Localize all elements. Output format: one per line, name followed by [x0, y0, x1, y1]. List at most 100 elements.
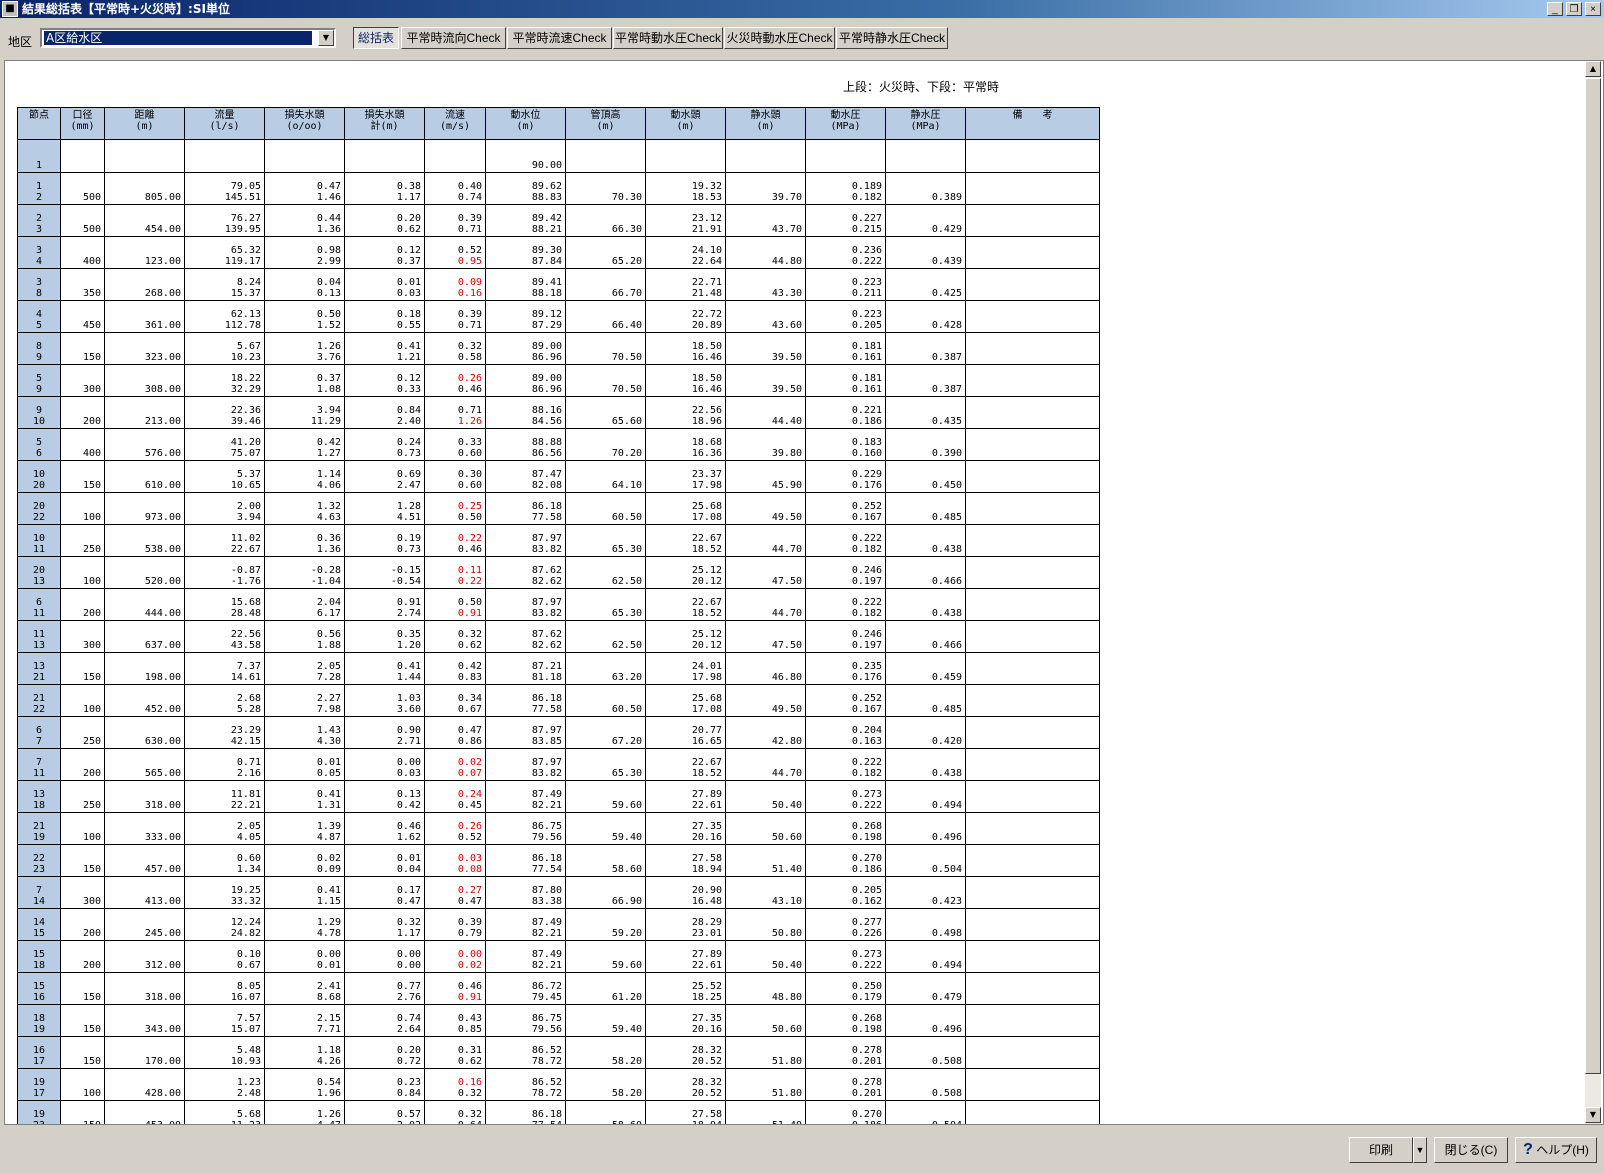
- headloss-cell-line: 0.41: [316, 885, 341, 896]
- pipe-top-cell: 59.60: [565, 940, 646, 973]
- distance-cell: 576.00: [104, 428, 185, 461]
- table-row[interactable]: 15 18 200 312.00 0.10 0.67 0.00 0.01 0.00 0.00 0.0…: [17, 940, 1100, 973]
- dynamic-pressure-cell: 0.223 0.205: [805, 300, 886, 333]
- water-level-cell-line: 82.21: [531, 960, 562, 971]
- restore-button[interactable]: ❐: [1566, 2, 1582, 16]
- dynamic-pressure-cell-line: 0.183: [851, 437, 882, 448]
- print-menu-button[interactable]: ▼: [1413, 1137, 1427, 1163]
- water-level-cell-line: 87.97: [531, 725, 562, 736]
- headloss-cell: 2.05 7.28: [264, 652, 345, 685]
- table-row[interactable]: 9 10 200 213.00 22.36 39.46 3.94 11.29 0.84 2.40 0…: [17, 396, 1100, 429]
- headloss-cell: 1.18 4.26: [264, 1036, 345, 1069]
- dynamic-head-cell-line: 22.64: [691, 256, 722, 267]
- area-select[interactable]: A区給水区 ▼: [40, 28, 336, 48]
- table-row[interactable]: 13 21 150 198.00 7.37 14.61 2.05 7.28 0.41 1.44 0.…: [17, 652, 1100, 685]
- print-button[interactable]: 印刷: [1349, 1137, 1413, 1163]
- dynamic-pressure-cell-line: 0.186: [851, 864, 882, 875]
- dynamic-pressure-cell-line: 0.182: [851, 768, 882, 779]
- table-row[interactable]: 21 22 100 452.00 2.68 5.28 2.27 7.98 1.03 3.60 0.3…: [17, 684, 1100, 717]
- dynamic-pressure-cell-line: 0.277: [851, 917, 882, 928]
- result-panel[interactable]: 上段：火災時、下段：平常時 節点 口径 (mm) 距離 (m) 流量 (l/s) 損失水頭 (o…: [4, 60, 1604, 1125]
- remarks-cell: [965, 812, 1100, 845]
- table-row[interactable]: 13 18 250 318.00 11.81 22.21 0.41 1.31 0.13 0.42 0…: [17, 780, 1100, 813]
- node-cell-line: 11: [32, 544, 46, 555]
- water-level-cell-line: 87.49: [531, 917, 562, 928]
- table-row[interactable]: 3 8 350 268.00 8.24 15.37 0.04 0.13 0.01 0.03 0.09…: [17, 268, 1100, 301]
- table-row[interactable]: 10 20 150 610.00 5.37 10.65 1.14 4.06 0.69 2.47 0.…: [17, 460, 1100, 493]
- scroll-down-icon[interactable]: ▼: [1585, 1107, 1601, 1123]
- table-row[interactable]: 4 5 450 361.00 62.13 112.78 0.50 1.52 0.18 0.55 0.…: [17, 300, 1100, 333]
- table-row[interactable]: 10 11 250 538.00 11.02 22.67 0.36 1.36 0.19 0.73 0…: [17, 524, 1100, 557]
- flow-cell-line: 22.21: [230, 800, 261, 811]
- table-row[interactable]: 7 11 200 565.00 0.71 2.16 0.01 0.05 0.00 0.03 0.02…: [17, 748, 1100, 781]
- remarks-cell: [965, 684, 1100, 717]
- vertical-scrollbar[interactable]: ▲ ▼: [1585, 61, 1601, 1124]
- water-level-cell: 89.12 87.29: [485, 300, 566, 333]
- table-row[interactable]: 20 22 100 973.00 2.00 3.94 1.32 4.63 1.28 4.51 0.2…: [17, 492, 1100, 525]
- pipe-top-cell: 70.20: [565, 428, 646, 461]
- node-cell-line: 21: [32, 821, 46, 832]
- flow-cell: 5.67 10.23: [184, 332, 265, 365]
- dynamic-pressure-cell: 0.278 0.201: [805, 1068, 886, 1101]
- table-row[interactable]: 21 19 100 333.00 2.05 4.05 1.39 4.87 0.46 1.62 0.2…: [17, 812, 1100, 845]
- flow-cell-line: 0.71: [236, 757, 261, 768]
- tab-normal-velocity-check[interactable]: 平常時流速Check: [507, 27, 612, 49]
- tab-normal-static-pressure-check[interactable]: 平常時静水圧Check: [836, 27, 948, 49]
- scroll-up-icon[interactable]: ▲: [1585, 61, 1601, 77]
- velocity-cell-line: 0.91: [457, 992, 482, 1003]
- table-row[interactable]: 6 11 200 444.00 15.68 28.48 2.04 6.17 0.91 2.74 0.…: [17, 588, 1100, 621]
- dynamic-head-cell-line: 18.94: [647, 1120, 722, 1124]
- flow-cell-line: 28.48: [230, 608, 261, 619]
- node-cell: 7 11: [17, 748, 61, 781]
- dynamic-head-cell: 25.12 20.12: [645, 620, 726, 653]
- close-window-button[interactable]: ×: [1585, 2, 1601, 16]
- headloss-cell-line: 1.36: [316, 224, 341, 235]
- distance-cell: 413.00: [104, 876, 185, 909]
- table-row[interactable]: 16 17 150 170.00 5.48 10.93 1.18 4.26 0.20 0.72 0.…: [17, 1036, 1100, 1069]
- table-row[interactable]: 22 23 150 457.00 0.60 1.34 0.02 0.09 0.01 0.04 0.0…: [17, 844, 1100, 877]
- table-row[interactable]: 20 13 100 520.00 -0.87 -1.76 -0.28 -1.04 -0.15 -0…: [17, 556, 1100, 589]
- table-row[interactable]: 8 9 150 323.00 5.67 10.23 1.26 3.76 0.41 1.21 0.32…: [17, 332, 1100, 365]
- table-row[interactable]: 6 7 250 630.00 23.29 42.15 1.43 4.30 0.90 2.71 0.4…: [17, 716, 1100, 749]
- velocity-cell-line: 0.08: [457, 864, 482, 875]
- chevron-down-icon[interactable]: ▼: [318, 30, 334, 46]
- water-level-cell: 86.52 78.72: [485, 1036, 566, 1069]
- scroll-thumb[interactable]: [1585, 78, 1601, 1074]
- water-level-cell-line: 78.72: [531, 1088, 562, 1099]
- table-row[interactable]: 18 19 150 343.00 7.57 15.07 2.15 7.71 0.74 2.64 0.…: [17, 1004, 1100, 1037]
- minimize-button[interactable]: _: [1547, 2, 1563, 16]
- water-level-cell-line: 88.83: [531, 192, 562, 203]
- headloss-cell-line: 3.76: [316, 352, 341, 363]
- table-row[interactable]: 3 4 400 123.00 65.32 119.17 0.98 2.99 0.12 0.37 0.…: [17, 236, 1100, 269]
- dynamic-pressure-cell: 0.221 0.186: [805, 396, 886, 429]
- flow-cell-line: 145.51: [224, 192, 261, 203]
- table-row[interactable]: 14 15 200 245.00 12.24 24.82 1.29 4.78 0.32 1.17 0…: [17, 908, 1100, 941]
- table-row[interactable]: 15 16 150 318.00 8.05 16.07 2.41 8.68 0.77 2.76 0.…: [17, 972, 1100, 1005]
- table-row[interactable]: 5 9 300 308.00 18.22 32.29 0.37 1.08 0.12 0.33 0.2…: [17, 364, 1100, 397]
- static-pressure-cell: 0.390: [885, 428, 966, 461]
- flow-cell: 2.00 3.94: [184, 492, 265, 525]
- table-row[interactable]: 7 14 300 413.00 19.25 33.32 0.41 1.15 0.17 0.47 0.…: [17, 876, 1100, 909]
- tab-fire-dynamic-pressure-check[interactable]: 火災時動水圧Check: [724, 27, 835, 49]
- headloss-total-cell-line: 0.46: [396, 821, 421, 832]
- table-row[interactable]: 1923150453.005.6811.231.264.470.572.020.…: [17, 1100, 1100, 1124]
- table-row[interactable]: 2 3 500 454.00 76.27 139.95 0.44 1.36 0.20 0.62 0.…: [17, 204, 1100, 237]
- close-button[interactable]: 閉じる(C): [1434, 1137, 1508, 1163]
- headloss-cell-line: 1.32: [316, 501, 341, 512]
- table-row[interactable]: 11 13 300 637.00 22.56 43.58 0.56 1.88 0.35 1.20 0…: [17, 620, 1100, 653]
- column-header: 動水圧 (MPa): [805, 107, 886, 140]
- column-header: 損失水頭 (o/oo): [264, 107, 345, 140]
- table-row[interactable]: 5 6 400 576.00 41.20 75.07 0.42 1.27 0.24 0.73 0.3…: [17, 428, 1100, 461]
- velocity-cell: 0.11 0.22: [424, 556, 486, 589]
- static-pressure-cell: 0.387: [885, 332, 966, 365]
- table-row[interactable]: 1 90.00: [17, 139, 1100, 173]
- dynamic-head-cell-line: 27.58: [691, 853, 722, 864]
- dynamic-pressure-cell-line: 0.229: [851, 469, 882, 480]
- help-button[interactable]: ? ヘルプ(H): [1515, 1137, 1597, 1163]
- tab-normal-dynamic-pressure-check[interactable]: 平常時動水圧Check: [613, 27, 723, 49]
- table-row[interactable]: 1 2 500 805.00 79.05 145.51 0.47 1.46 0.38 1.17 0.…: [17, 172, 1100, 205]
- static-head-cell: 50.40: [725, 780, 806, 813]
- table-row[interactable]: 19 17 100 428.00 1.23 2.48 0.54 1.96 0.23 0.84 0.1…: [17, 1068, 1100, 1101]
- tab-normal-flow-direction-check[interactable]: 平常時流向Check: [401, 27, 506, 49]
- tab-summary[interactable]: 総括表: [353, 27, 399, 49]
